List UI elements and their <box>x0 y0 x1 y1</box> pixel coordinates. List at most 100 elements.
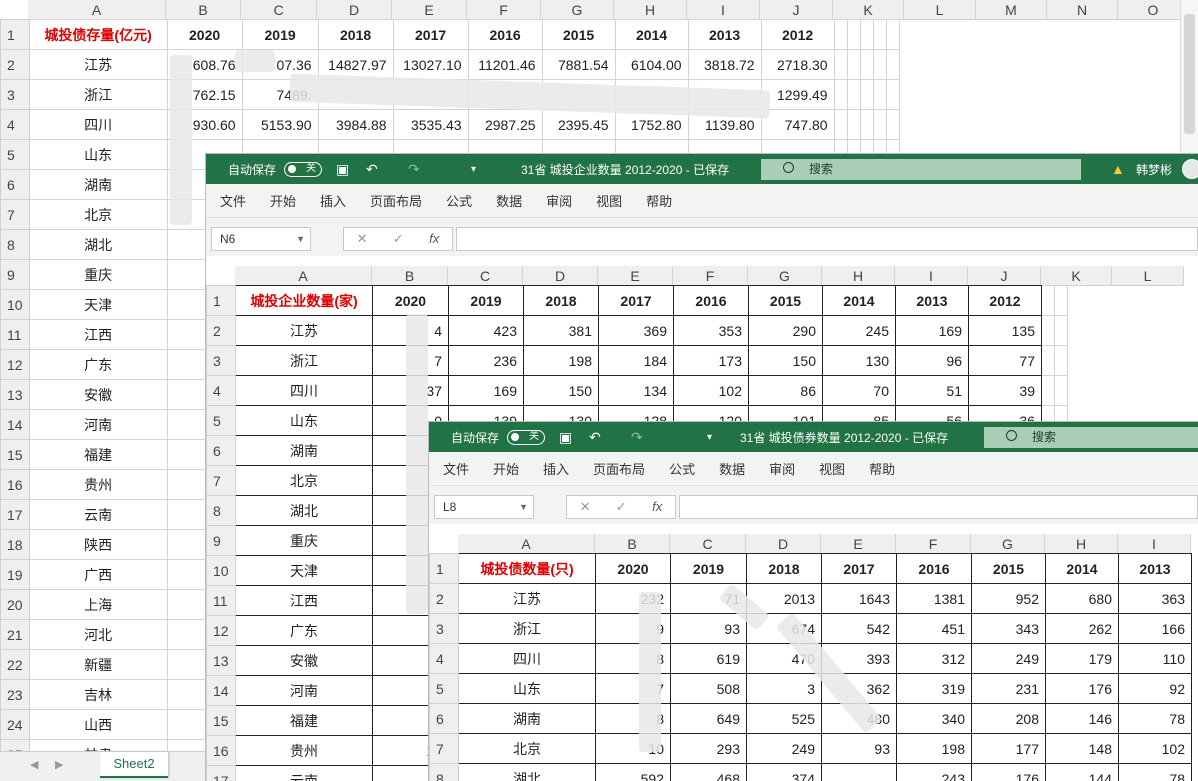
value-cell[interactable]: 312 <box>896 643 972 674</box>
row-header[interactable]: 16 <box>206 735 236 766</box>
row-header[interactable]: 18 <box>0 529 30 560</box>
value-cell[interactable]: 952 <box>971 583 1046 614</box>
row-header[interactable]: 3 <box>0 79 30 110</box>
year-header-cell[interactable]: 2013 <box>1118 553 1192 584</box>
value-cell[interactable]: 51 <box>895 375 969 406</box>
value-cell[interactable]: 6104.00 <box>614 49 689 80</box>
year-header-cell[interactable]: 2015 <box>541 19 616 50</box>
row-header[interactable]: 2 <box>206 315 236 346</box>
province-cell[interactable]: 北京 <box>28 199 168 230</box>
sheet-title-cell[interactable]: 城投债数量(只) <box>458 553 596 584</box>
value-cell[interactable]: 169 <box>448 375 524 406</box>
row-header[interactable]: 3 <box>206 345 236 376</box>
value-cell[interactable]: 78 <box>1118 703 1192 734</box>
column-header-b[interactable]: B <box>372 266 448 285</box>
row-header[interactable]: 16 <box>0 469 30 500</box>
row-header[interactable]: 4 <box>206 375 236 406</box>
empty-cell[interactable] <box>1041 315 1055 346</box>
row-header[interactable]: 6 <box>429 703 459 734</box>
sheet-title-cell[interactable]: 城投企业数量(家) <box>235 285 373 316</box>
province-cell[interactable]: 上海 <box>28 589 168 620</box>
row-header[interactable]: 8 <box>429 763 459 781</box>
value-cell[interactable]: 451 <box>896 613 972 644</box>
value-cell[interactable]: 70 <box>822 375 896 406</box>
value-cell[interactable]: 86 <box>748 375 823 406</box>
value-cell[interactable]: 243 <box>896 763 972 781</box>
province-cell[interactable]: 广东 <box>235 615 373 646</box>
column-header-f[interactable]: F <box>467 0 541 19</box>
value-cell[interactable]: 374 <box>746 763 822 781</box>
province-cell[interactable]: 浙江 <box>235 345 373 376</box>
value-cell[interactable]: 2718.30 <box>760 49 835 80</box>
column-header-d[interactable]: D <box>746 534 821 553</box>
year-header-cell[interactable]: 2014 <box>614 19 689 50</box>
row-header[interactable]: 4 <box>0 109 30 140</box>
value-cell[interactable]: 144 <box>1045 763 1119 781</box>
value-cell[interactable]: 1299.49 <box>760 79 835 110</box>
value-cell[interactable]: 1381 <box>896 583 972 614</box>
menu-item[interactable]: 公式 <box>446 191 472 210</box>
province-cell[interactable]: 云南 <box>28 499 168 530</box>
province-cell[interactable]: 江西 <box>28 319 168 350</box>
value-cell[interactable]: 130 <box>822 345 896 376</box>
row-header[interactable]: 9 <box>206 525 236 556</box>
value-cell[interactable]: 198 <box>896 733 972 764</box>
empty-cell[interactable] <box>859 49 874 80</box>
row-header[interactable]: 6 <box>0 169 30 200</box>
menu-item[interactable]: 帮助 <box>869 459 895 478</box>
row-header[interactable]: 13 <box>0 379 30 410</box>
row-header[interactable]: 19 <box>0 559 30 590</box>
empty-cell[interactable] <box>859 109 874 140</box>
search-box[interactable]: 搜索 <box>984 427 1198 448</box>
value-cell[interactable]: 102 <box>673 375 749 406</box>
row-header[interactable]: 10 <box>0 289 30 320</box>
value-cell[interactable]: 262 <box>1045 613 1119 644</box>
value-cell[interactable]: 176 <box>1045 673 1119 704</box>
province-cell[interactable]: 湖北 <box>458 763 596 781</box>
empty-cell[interactable] <box>846 49 861 80</box>
empty-cell[interactable] <box>833 49 848 80</box>
province-cell[interactable]: 河南 <box>235 675 373 706</box>
value-cell[interactable]: 7881.54 <box>541 49 616 80</box>
row-header[interactable]: 12 <box>206 615 236 646</box>
province-cell[interactable]: 湖北 <box>235 495 373 526</box>
empty-cell[interactable] <box>885 109 900 140</box>
year-header-cell[interactable]: 2020 <box>372 285 449 316</box>
row-header[interactable]: 22 <box>0 649 30 680</box>
column-header-o[interactable]: O <box>1118 0 1189 19</box>
row-header[interactable]: 12 <box>0 349 30 380</box>
column-header-k[interactable]: K <box>1041 266 1112 285</box>
value-cell[interactable]: 423 <box>448 315 524 346</box>
sheet-title-cell[interactable]: 城投债存量(亿元) <box>28 19 168 50</box>
province-cell[interactable]: 江苏 <box>28 49 168 80</box>
province-cell[interactable]: 浙江 <box>28 79 168 110</box>
year-header-cell[interactable]: 2017 <box>392 19 469 50</box>
column-header-a[interactable]: A <box>458 534 595 553</box>
menu-item[interactable]: 文件 <box>443 459 469 478</box>
row-header[interactable]: 21 <box>0 619 30 650</box>
value-cell[interactable]: 468 <box>670 763 747 781</box>
province-cell[interactable]: 福建 <box>28 439 168 470</box>
column-header-e[interactable]: E <box>598 266 673 285</box>
province-cell[interactable]: 四川 <box>458 643 596 674</box>
province-cell[interactable]: 重庆 <box>28 259 168 290</box>
row-header[interactable]: 11 <box>206 585 236 616</box>
value-cell[interactable]: 150 <box>748 345 823 376</box>
column-header-k[interactable]: K <box>833 0 904 19</box>
value-cell[interactable]: 146 <box>1045 703 1119 734</box>
empty-cell[interactable] <box>1041 375 1055 406</box>
year-header-cell[interactable]: 2020 <box>166 19 243 50</box>
province-cell[interactable]: 四川 <box>235 375 373 406</box>
search-box[interactable]: 搜索 <box>761 159 1081 180</box>
year-header-cell[interactable]: 2014 <box>1045 553 1119 584</box>
value-cell[interactable]: 39 <box>968 375 1042 406</box>
value-cell[interactable]: 369 <box>598 315 674 346</box>
value-cell[interactable]: 102 <box>1118 733 1192 764</box>
value-cell[interactable]: 77 <box>968 345 1042 376</box>
empty-cell[interactable] <box>872 49 887 80</box>
column-header-c[interactable]: C <box>241 0 317 19</box>
row-header[interactable]: 3 <box>429 613 459 644</box>
province-cell[interactable]: 云南 <box>235 765 373 781</box>
value-cell[interactable]: 96 <box>895 345 969 376</box>
avatar[interactable] <box>1182 159 1198 179</box>
